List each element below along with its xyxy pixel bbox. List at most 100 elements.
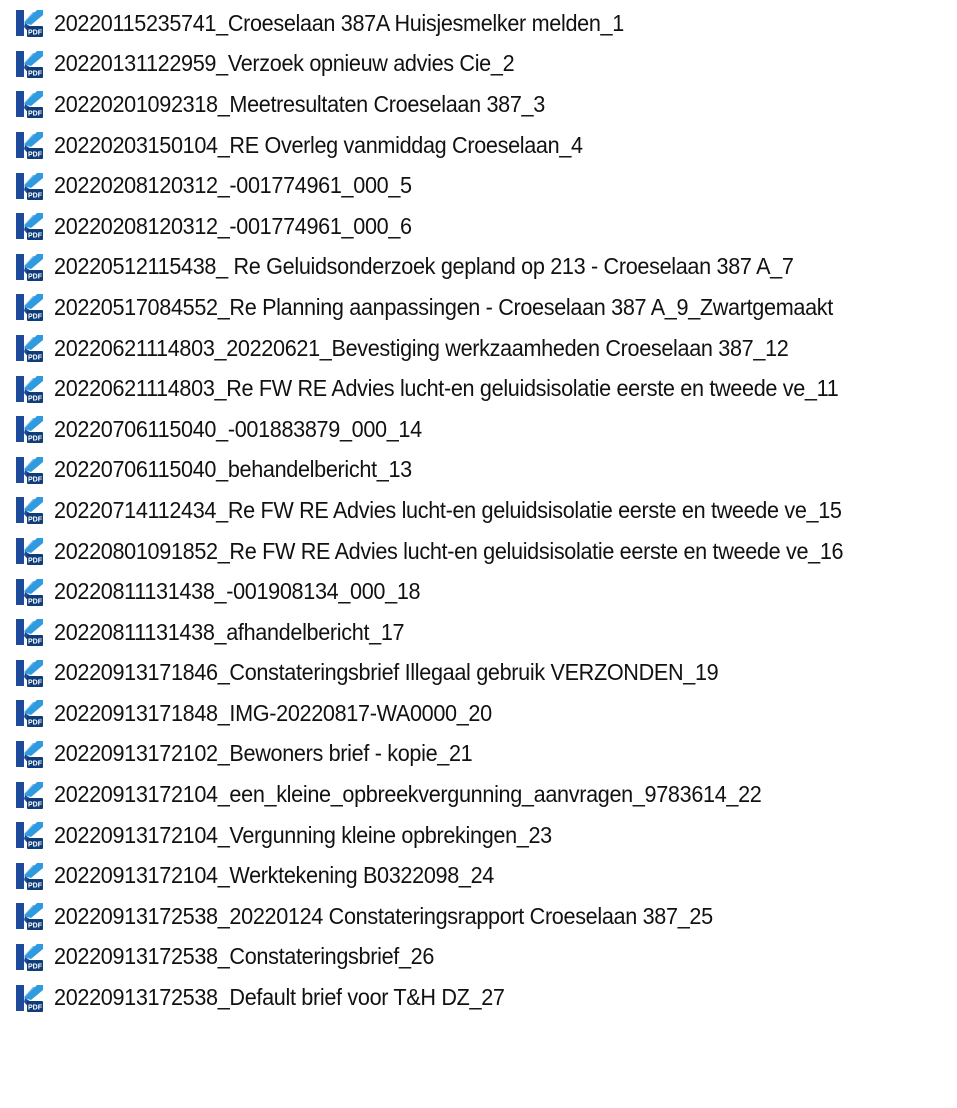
svg-text:PDF: PDF xyxy=(28,273,43,280)
svg-text:PDF: PDF xyxy=(28,354,43,361)
file-name: 20220913172538_20220124 Constateringsrap… xyxy=(54,902,713,929)
file-name: 20220115235741_Croeselaan 387A Huisjesme… xyxy=(54,9,624,36)
file-name: 20220913172538_Default brief voor T&H DZ… xyxy=(54,984,505,1011)
pdf-document-icon: PDF xyxy=(13,495,43,525)
file-name: 20220913171848_IMG-20220817-WA0000_20 xyxy=(54,699,492,726)
file-list-item[interactable]: PDF 20220913171848_IMG-20220817-WA0000_2… xyxy=(0,693,957,734)
svg-text:PDF: PDF xyxy=(28,233,43,240)
file-name: 20220201092318_Meetresultaten Croeselaan… xyxy=(54,90,545,117)
file-list-item[interactable]: PDF 20220131122959_Verzoek opnieuw advie… xyxy=(0,44,957,85)
pdf-document-icon: PDF xyxy=(13,211,43,241)
file-name: 20220714112434_Re FW RE Advies lucht-en … xyxy=(54,496,842,523)
svg-text:PDF: PDF xyxy=(28,842,43,849)
file-list-item[interactable]: PDF 20220913171846_Constateringsbrief Il… xyxy=(0,653,957,694)
file-list-item[interactable]: PDF 20220621114803_20220621_Bevestiging … xyxy=(0,328,957,369)
pdf-document-icon: PDF xyxy=(13,739,43,769)
svg-text:PDF: PDF xyxy=(28,395,43,402)
file-name: 20220913172104_een_kleine_opbreekvergunn… xyxy=(54,781,762,808)
svg-text:PDF: PDF xyxy=(28,557,43,564)
pdf-document-icon: PDF xyxy=(13,698,43,728)
file-list-item[interactable]: PDF 20220201092318_Meetresultaten Croese… xyxy=(0,84,957,125)
pdf-document-icon: PDF xyxy=(13,374,43,404)
svg-text:PDF: PDF xyxy=(28,720,43,727)
file-list-item[interactable]: PDF 20220913172538_Constateringsbrief_26 xyxy=(0,937,957,978)
svg-text:PDF: PDF xyxy=(28,679,43,686)
file-name: 20220811131438_-001908134_000_18 xyxy=(54,578,421,605)
file-list-item[interactable]: PDF 20220208120312_-001774961_000_6 xyxy=(0,206,957,247)
file-list-item[interactable]: PDF 20220913172104_Vergunning kleine opb… xyxy=(0,815,957,856)
pdf-document-icon: PDF xyxy=(13,333,43,363)
file-list-item[interactable]: PDF 20220913172104_een_kleine_opbreekver… xyxy=(0,774,957,815)
file-list-item[interactable]: PDF 20220714112434_Re FW RE Advies lucht… xyxy=(0,490,957,531)
file-name: 20220913172104_Werktekening B0322098_24 xyxy=(54,862,494,889)
file-list-item[interactable]: PDF 20220203150104_RE Overleg vanmiddag … xyxy=(0,125,957,166)
pdf-document-icon: PDF xyxy=(13,617,43,647)
pdf-document-icon: PDF xyxy=(13,983,43,1013)
file-name: 20220706115040_behandelbericht_13 xyxy=(54,456,412,483)
file-list-item[interactable]: PDF 20220913172102_Bewoners brief - kopi… xyxy=(0,734,957,775)
file-name: 20220208120312_-001774961_000_6 xyxy=(54,212,412,239)
file-name: 20220621114803_20220621_Bevestiging werk… xyxy=(54,334,789,361)
pdf-document-icon: PDF xyxy=(13,8,43,38)
file-list-item[interactable]: PDF 20220706115040_behandelbericht_13 xyxy=(0,450,957,491)
file-list-item[interactable]: PDF 20220706115040_-001883879_000_14 xyxy=(0,409,957,450)
file-list-item[interactable]: PDF 20220512115438_ Re Geluidsonderzoek … xyxy=(0,247,957,288)
svg-text:PDF: PDF xyxy=(28,476,43,483)
svg-text:PDF: PDF xyxy=(28,70,43,77)
file-name: 20220801091852_Re FW RE Advies lucht-en … xyxy=(54,537,844,564)
svg-text:PDF: PDF xyxy=(28,598,43,605)
file-name: 20220517084552_Re Planning aanpassingen … xyxy=(54,293,833,320)
file-list-item[interactable]: PDF 20220517084552_Re Planning aanpassin… xyxy=(0,287,957,328)
pdf-document-icon: PDF xyxy=(13,658,43,688)
pdf-document-icon: PDF xyxy=(13,171,43,201)
file-name: 20220913172538_Constateringsbrief_26 xyxy=(54,943,435,970)
file-name: 20220913172102_Bewoners brief - kopie_21 xyxy=(54,740,473,767)
svg-text:PDF: PDF xyxy=(28,517,43,524)
svg-text:PDF: PDF xyxy=(28,30,43,37)
file-list-item[interactable]: PDF 20220801091852_Re FW RE Advies lucht… xyxy=(0,531,957,572)
svg-text:PDF: PDF xyxy=(28,436,43,443)
pdf-document-icon: PDF xyxy=(13,861,43,891)
file-name: 20220512115438_ Re Geluidsonderzoek gepl… xyxy=(54,253,794,280)
file-name: 20220203150104_RE Overleg vanmiddag Croe… xyxy=(54,131,583,158)
svg-text:PDF: PDF xyxy=(28,801,43,808)
pdf-document-icon: PDF xyxy=(13,89,43,119)
svg-text:PDF: PDF xyxy=(28,111,43,118)
file-list-item[interactable]: PDF 20220811131438_afhandelbericht_17 xyxy=(0,612,957,653)
svg-text:PDF: PDF xyxy=(28,882,43,889)
file-list-item[interactable]: PDF 20220913172104_Werktekening B0322098… xyxy=(0,855,957,896)
file-list-item[interactable]: PDF 20220913172538_20220124 Constatering… xyxy=(0,896,957,937)
file-list-item[interactable]: PDF 20220913172538_Default brief voor T&… xyxy=(0,977,957,1018)
pdf-document-icon: PDF xyxy=(13,901,43,931)
file-list-item[interactable]: PDF 20220208120312_-001774961_000_5 xyxy=(0,165,957,206)
svg-text:PDF: PDF xyxy=(28,151,43,158)
pdf-document-icon: PDF xyxy=(13,252,43,282)
file-name: 20220208120312_-001774961_000_5 xyxy=(54,172,412,199)
file-name: 20220131122959_Verzoek opnieuw advies Ci… xyxy=(54,50,515,77)
pdf-document-icon: PDF xyxy=(13,820,43,850)
pdf-document-icon: PDF xyxy=(13,292,43,322)
svg-text:PDF: PDF xyxy=(28,314,43,321)
pdf-document-icon: PDF xyxy=(13,577,43,607)
file-list-item[interactable]: PDF 20220115235741_Croeselaan 387A Huisj… xyxy=(0,3,957,44)
pdf-document-icon: PDF xyxy=(13,130,43,160)
pdf-document-icon: PDF xyxy=(13,942,43,972)
file-list-item[interactable]: PDF 20220621114803_Re FW RE Advies lucht… xyxy=(0,368,957,409)
pdf-document-icon: PDF xyxy=(13,455,43,485)
file-name: 20220706115040_-001883879_000_14 xyxy=(54,415,422,442)
svg-text:PDF: PDF xyxy=(28,963,43,970)
svg-text:PDF: PDF xyxy=(28,1004,43,1011)
pdf-document-icon: PDF xyxy=(13,780,43,810)
svg-text:PDF: PDF xyxy=(28,923,43,930)
pdf-document-icon: PDF xyxy=(13,49,43,79)
file-list-item[interactable]: PDF 20220811131438_-001908134_000_18 xyxy=(0,571,957,612)
svg-text:PDF: PDF xyxy=(28,760,43,767)
svg-text:PDF: PDF xyxy=(28,192,43,199)
file-name: 20220811131438_afhandelbericht_17 xyxy=(54,618,405,645)
file-list: PDF 20220115235741_Croeselaan 387A Huisj… xyxy=(0,3,957,1018)
file-name: 20220621114803_Re FW RE Advies lucht-en … xyxy=(54,375,839,402)
file-name: 20220913172104_Vergunning kleine opbreki… xyxy=(54,821,552,848)
file-name: 20220913171846_Constateringsbrief Illega… xyxy=(54,659,719,686)
svg-text:PDF: PDF xyxy=(28,639,43,646)
pdf-document-icon: PDF xyxy=(13,536,43,566)
